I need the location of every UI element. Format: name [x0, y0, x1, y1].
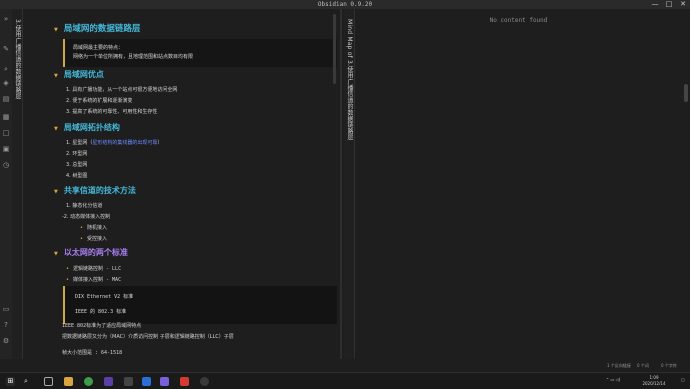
- chrome-icon[interactable]: [84, 377, 93, 386]
- tab-mindmap-label: Mind Map of 3.使用广播信道的数据链路层: [346, 19, 353, 141]
- right-scrollbar[interactable]: [684, 84, 688, 102]
- list-item: 2. 便于系统的扩展和逐渐演变: [66, 98, 133, 104]
- app-icon[interactable]: [200, 377, 209, 386]
- template-icon[interactable]: ▣: [2, 145, 10, 153]
- heading-advantages: ▼ 局域网优点: [54, 70, 104, 79]
- paragraph-1: IEEE 802标准为了适应局域网特点: [62, 323, 142, 329]
- heading-ethernet: ▼ 以太网的两个标准: [54, 248, 128, 257]
- mindmap-pane: No content found: [357, 9, 680, 359]
- windows-icon[interactable]: ⊞: [6, 377, 15, 386]
- command-icon[interactable]: ▤: [2, 95, 10, 103]
- list-item: • 受控接入: [80, 236, 107, 242]
- window-title: Obsidian 0.9.20: [317, 1, 373, 8]
- obsidian-icon[interactable]: [160, 377, 169, 386]
- notification-icon[interactable]: ▢: [678, 377, 688, 382]
- list-item: 1. 静态化分信道: [66, 203, 103, 209]
- heading-topology: ▼ 局域网拓扑结构: [54, 123, 120, 132]
- tab-mindmap[interactable]: Mind Map of 3.使用广播信道的数据链路层: [344, 9, 355, 359]
- pencil-icon[interactable]: ✎: [2, 45, 10, 53]
- note-scrollbar[interactable]: [333, 14, 336, 84]
- tab-note[interactable]: 3.使用广播信道的数据链路层: [12, 9, 23, 359]
- code-block: DIX Ethernet V2 标准 IEEE 的 802.3 标准: [63, 286, 337, 324]
- list-item: • 媒体接入控制 - MAC: [66, 277, 122, 283]
- task-view-icon[interactable]: [44, 377, 53, 386]
- paragraph-3: 帧大小范围是 : 64-1518: [62, 350, 123, 356]
- callout-line-1: 局域网最主要的特点：: [73, 45, 124, 51]
- graph-icon[interactable]: ◈: [2, 79, 10, 87]
- callout-line-2: 网络为一个单位所拥有，且地理范围和站点数目均有限: [73, 54, 194, 60]
- code-line-2: IEEE 的 802.3 标准: [75, 309, 127, 315]
- tab-note-label: 3.使用广播信道的数据链路层: [14, 19, 21, 100]
- callout: 局域网最主要的特点： 网络为一个单位所拥有，且地理范围和站点数目均有限: [63, 39, 337, 67]
- clock-date[interactable]: 2020/12/14: [636, 381, 672, 386]
- status-chars: 0 个字符: [661, 363, 677, 368]
- daily-note-icon[interactable]: □: [2, 129, 10, 137]
- close-button[interactable]: ✕: [676, 0, 690, 9]
- folder-icon[interactable]: ▭: [2, 305, 10, 313]
- calendar-icon[interactable]: ▦: [2, 113, 10, 121]
- status-words: 0 个词: [637, 363, 649, 368]
- minimize-button[interactable]: —: [648, 0, 662, 9]
- collapse-icon[interactable]: »: [2, 15, 10, 23]
- list-item: • 随机接入: [80, 225, 107, 231]
- app-icon[interactable]: [124, 377, 133, 386]
- list-item: 1. 星型网（星形结构的集线器的出现可靠）: [66, 140, 163, 146]
- status-bar: 1 个反向链接 0 个词 0 个字符: [357, 359, 690, 372]
- search-taskbar-icon[interactable]: ⌕: [24, 377, 33, 386]
- list-item: 1. 具有广播功能，从一个站点可很方便地访问全网: [66, 87, 178, 93]
- maximize-button[interactable]: □: [662, 0, 676, 9]
- status-backlinks[interactable]: 1 个反向链接: [607, 363, 631, 369]
- note-h1: ▼ 局域网的数据链路层: [54, 24, 141, 34]
- title-bar: Obsidian 0.9.20 — □ ✕: [0, 0, 690, 9]
- app-icon[interactable]: [104, 377, 113, 386]
- list-item: 3. 总型网: [66, 162, 88, 168]
- list-item: -2. 动态媒体接入控制: [62, 214, 111, 220]
- clock-time[interactable]: 1:09: [636, 375, 672, 380]
- code-line-1: DIX Ethernet V2 标准: [75, 294, 134, 300]
- explorer-icon[interactable]: [64, 377, 73, 386]
- list-item: • 逻辑链路控制 - LLC: [66, 266, 122, 272]
- taskbar: ⊞ ⌕ ⌃ ▭ ◁) 1:09 2020/12/14 ▢: [0, 372, 690, 389]
- tray-icons[interactable]: ⌃ ▭ ◁): [598, 377, 628, 382]
- tag-icon[interactable]: ◷: [2, 161, 10, 169]
- list-item: 4. 树型图: [66, 173, 88, 179]
- empty-message: No content found: [489, 17, 548, 24]
- list-item: 2. 环型网: [66, 151, 88, 157]
- highlight-text: 星形结构的集线器的出现可靠: [92, 140, 158, 146]
- pane-divider[interactable]: [340, 9, 342, 359]
- app-icon[interactable]: [180, 377, 189, 386]
- paragraph-2: 把数据链路层又分为（MAC）介质访问控制 子层和逻辑链路控制（LLC）子层: [62, 334, 234, 340]
- app-icon[interactable]: [142, 377, 151, 386]
- list-item: 3. 提高了系统的可靠性、可用性和生存性: [66, 109, 158, 115]
- heading-shared-channel: ▼ 共享信道的技术方法: [54, 186, 136, 195]
- search-icon[interactable]: ⌕: [2, 65, 10, 73]
- settings-icon[interactable]: ⚙: [2, 337, 10, 345]
- help-icon[interactable]: ?: [2, 321, 10, 329]
- note-pane: ▼ 局域网的数据链路层 局域网最主要的特点： 网络为一个单位所拥有，且地理范围和站…: [24, 9, 338, 359]
